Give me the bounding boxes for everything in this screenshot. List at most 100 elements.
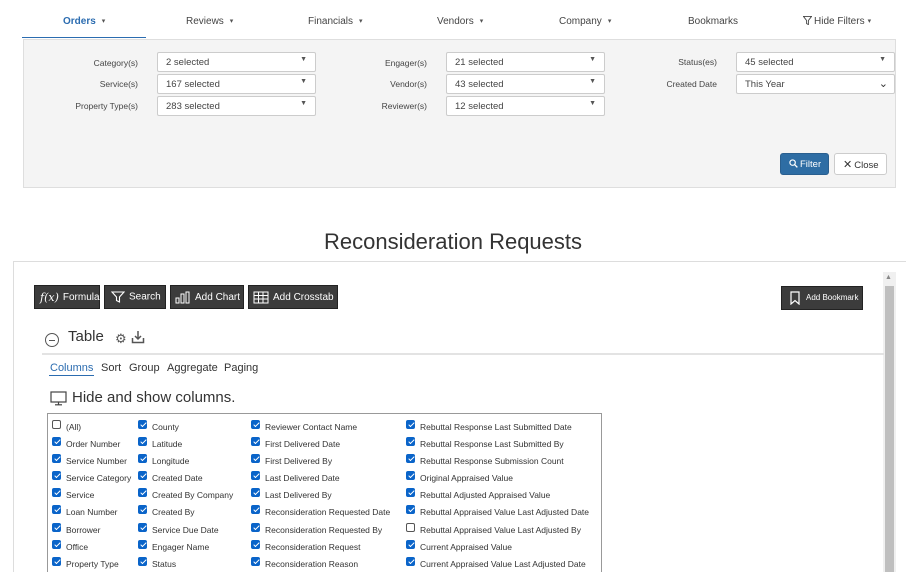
nav-hide-filters[interactable]: Hide Filters ▾ <box>802 16 872 38</box>
nav-company[interactable]: Company ▾ <box>559 16 611 38</box>
engager-select[interactable]: 21 selected ▼ <box>446 52 605 72</box>
tab-paging[interactable]: Paging <box>224 362 258 374</box>
add-chart-button[interactable]: Add Chart <box>170 285 244 309</box>
column-toggle-label: First Delivered Date <box>265 439 341 449</box>
top-nav: Orders ▾ Reviews ▾ Financials ▾ Vendors ▾ Co… <box>22 16 897 38</box>
nav-orders[interactable]: Orders ▾ <box>63 16 105 38</box>
checkbox-checked[interactable] <box>52 454 61 463</box>
vendor-label: Vendor(s) <box>390 79 427 89</box>
close-button[interactable]: ✕ Close <box>834 153 887 175</box>
checkbox-checked[interactable] <box>138 540 147 549</box>
monitor-icon <box>50 391 67 406</box>
tab-group[interactable]: Group <box>129 362 160 374</box>
reviewer-select[interactable]: 12 selected ▼ <box>446 96 605 116</box>
checkbox-checked[interactable] <box>406 488 415 497</box>
column-toggle-label: Office <box>66 542 89 552</box>
column-toggle-label: Original Appraised Value <box>420 473 513 483</box>
active-subtab-indicator <box>49 375 94 376</box>
checkbox-checked[interactable] <box>138 505 147 514</box>
nav-reviews[interactable]: Reviews ▾ <box>186 16 233 38</box>
filter-button[interactable]: Filter <box>780 153 829 175</box>
vendor-select[interactable]: 43 selected ▼ <box>446 74 605 94</box>
service-select[interactable]: 167 selected ▼ <box>157 74 316 94</box>
property-type-select[interactable]: 283 selected ▼ <box>157 96 316 116</box>
checkbox-checked[interactable] <box>251 471 260 480</box>
collapse-icon[interactable] <box>45 333 59 347</box>
page-title: Reconsideration Requests <box>323 229 583 254</box>
column-toggle-label: Reconsideration Requested Date <box>265 507 391 517</box>
reviewer-label: Reviewer(s) <box>381 101 427 111</box>
checkbox-checked[interactable] <box>138 420 147 429</box>
scrollbar-thumb[interactable] <box>885 286 894 572</box>
checkbox-checked[interactable] <box>52 523 61 532</box>
caret-down-icon: ▼ <box>589 100 596 107</box>
scroll-up-icon[interactable]: ▲ <box>885 274 892 281</box>
checkbox-checked[interactable] <box>406 437 415 446</box>
checkbox-checked[interactable] <box>406 471 415 480</box>
checkbox-checked[interactable] <box>251 488 260 497</box>
column-toggle-label: Rebuttal Response Submission Count <box>420 456 564 466</box>
column-toggle-label: Rebuttal Appraised Value Last Adjusted B… <box>420 525 581 535</box>
checkbox-checked[interactable] <box>138 454 147 463</box>
status-select[interactable]: 45 selected ▼ <box>736 52 895 72</box>
checkbox-checked[interactable] <box>52 540 61 549</box>
checkbox-checked[interactable] <box>52 557 61 566</box>
active-tab-indicator <box>22 37 146 38</box>
category-select[interactable]: 2 selected ▼ <box>157 52 316 72</box>
checkbox-checked[interactable] <box>52 488 61 497</box>
column-toggle-label: County <box>152 422 179 432</box>
caret-down-icon: ▾ <box>101 18 106 25</box>
nav-financials[interactable]: Financials ▾ <box>308 16 363 38</box>
checkbox-checked[interactable] <box>406 557 415 566</box>
vertical-scrollbar[interactable]: ▲ <box>883 272 896 572</box>
section-divider <box>42 353 884 355</box>
caret-down-icon: ▾ <box>867 18 872 25</box>
column-toggle-label: Service <box>66 490 95 500</box>
gear-icon[interactable]: ⚙ <box>115 331 127 347</box>
checkbox-checked[interactable] <box>406 454 415 463</box>
checkbox-checked[interactable] <box>138 488 147 497</box>
checkbox-unchecked[interactable] <box>52 420 61 429</box>
nav-bookmarks[interactable]: Bookmarks <box>688 16 738 38</box>
checkbox-checked[interactable] <box>138 437 147 446</box>
nav-vendors[interactable]: Vendors ▾ <box>437 16 483 38</box>
checkbox-unchecked[interactable] <box>406 523 415 532</box>
tab-columns[interactable]: Columns <box>50 362 93 374</box>
checkbox-checked[interactable] <box>251 540 260 549</box>
checkbox-checked[interactable] <box>406 540 415 549</box>
column-toggle-label: Order Number <box>66 439 121 449</box>
column-toggle-label: Status <box>152 559 177 569</box>
tab-aggregate[interactable]: Aggregate <box>167 362 218 374</box>
column-toggle-label: Service Number <box>66 456 127 466</box>
checkbox-checked[interactable] <box>251 454 260 463</box>
formula-button[interactable]: f(x) Formula <box>34 285 100 309</box>
checkbox-checked[interactable] <box>251 420 260 429</box>
created-date-select[interactable]: This Year ⌄ <box>736 74 895 94</box>
checkbox-checked[interactable] <box>138 557 147 566</box>
checkbox-checked[interactable] <box>52 437 61 446</box>
column-toggle-label: Loan Number <box>66 507 118 517</box>
add-crosstab-button[interactable]: Add Crosstab <box>248 285 338 309</box>
download-icon[interactable] <box>131 330 145 344</box>
checkbox-checked[interactable] <box>251 505 260 514</box>
checkbox-checked[interactable] <box>52 505 61 514</box>
checkbox-checked[interactable] <box>406 505 415 514</box>
column-toggle-label: Reconsideration Requested By <box>265 525 383 535</box>
caret-down-icon: ▾ <box>607 18 612 25</box>
checkbox-checked[interactable] <box>138 523 147 532</box>
bookmark-icon <box>790 291 800 305</box>
property-type-label: Property Type(s) <box>75 101 138 111</box>
service-label: Service(s) <box>99 79 138 89</box>
search-button[interactable]: Search <box>104 285 166 309</box>
column-toggle-label: Last Delivered By <box>265 490 332 500</box>
checkbox-checked[interactable] <box>52 471 61 480</box>
add-bookmark-button[interactable]: Add Bookmark <box>781 286 863 310</box>
checkbox-checked[interactable] <box>251 437 260 446</box>
checkbox-checked[interactable] <box>138 471 147 480</box>
checkbox-checked[interactable] <box>251 557 260 566</box>
engager-label: Engager(s) <box>384 58 427 68</box>
checkbox-checked[interactable] <box>406 420 415 429</box>
caret-down-icon: ▾ <box>479 18 484 25</box>
checkbox-checked[interactable] <box>251 523 260 532</box>
tab-sort[interactable]: Sort <box>101 362 121 374</box>
